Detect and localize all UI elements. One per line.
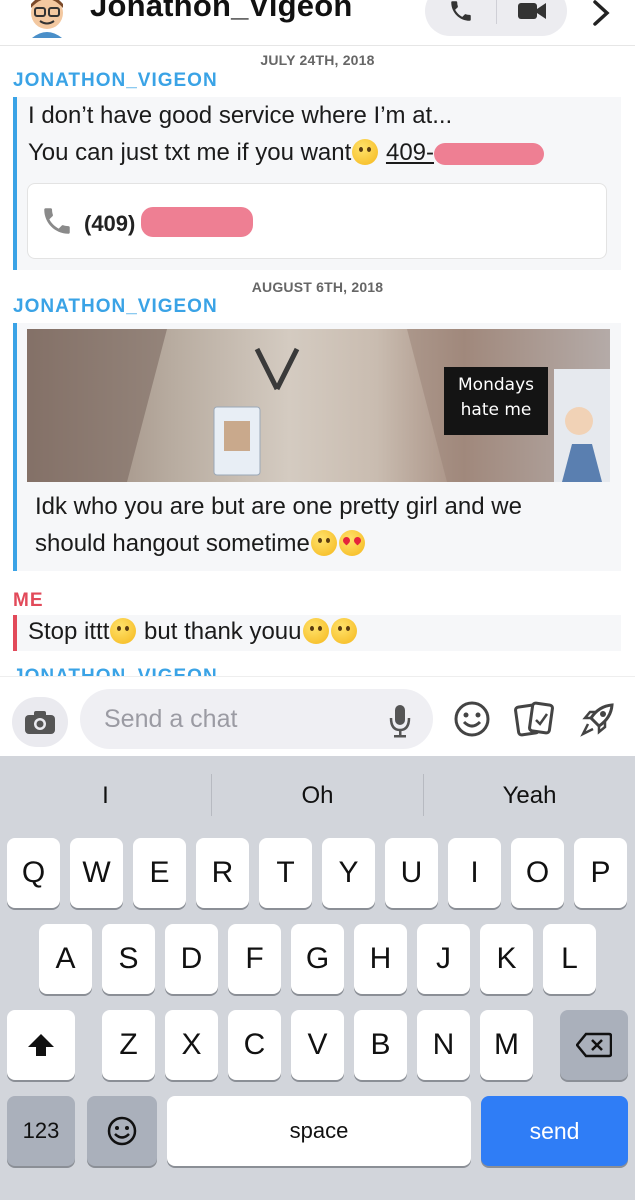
phone-link[interactable]: 409- bbox=[386, 139, 545, 166]
suggestion-item[interactable]: Oh bbox=[212, 782, 423, 810]
contact-phone: (409) bbox=[84, 207, 254, 237]
key-o[interactable]: O bbox=[511, 838, 564, 908]
key-r[interactable]: R bbox=[196, 838, 249, 908]
emoji-smiley-icon bbox=[107, 1116, 137, 1146]
kissing-face-emoji bbox=[330, 618, 357, 644]
key-x[interactable]: X bbox=[165, 1010, 218, 1080]
message-text: Stop ittt but thank youu bbox=[28, 614, 358, 650]
key-z[interactable]: Z bbox=[102, 1010, 155, 1080]
keyboard: I Oh Yeah Q W E R T Y U I O P A S D F G … bbox=[0, 756, 635, 1200]
redaction bbox=[141, 207, 254, 237]
camera-icon bbox=[25, 711, 55, 734]
message-block[interactable]: Stop ittt but thank youu bbox=[13, 615, 621, 651]
laughing-emoji bbox=[110, 618, 137, 644]
zany-face-emoji bbox=[352, 139, 379, 165]
backspace-key[interactable] bbox=[560, 1010, 628, 1080]
key-g[interactable]: G bbox=[291, 924, 344, 994]
key-d[interactable]: D bbox=[165, 924, 218, 994]
mondays-sticker: Mondays hate me bbox=[444, 367, 548, 435]
avatar[interactable] bbox=[22, 0, 72, 38]
phone-contact-card[interactable]: (409) bbox=[27, 183, 607, 259]
key-e[interactable]: E bbox=[133, 838, 186, 908]
rocket-icon[interactable] bbox=[578, 699, 618, 739]
send-key[interactable]: send bbox=[481, 1096, 628, 1166]
key-q[interactable]: Q bbox=[7, 838, 60, 908]
key-p[interactable]: P bbox=[574, 838, 627, 908]
message-line: Idk who you are but are one pretty girl … bbox=[35, 493, 522, 520]
microphone-icon[interactable] bbox=[388, 704, 412, 743]
message-line: should hangout sometime bbox=[35, 525, 522, 562]
key-n[interactable]: N bbox=[417, 1010, 470, 1080]
key-k[interactable]: K bbox=[480, 924, 533, 994]
chat-header: Jonathon_Vigeon bbox=[0, 0, 635, 46]
backspace-icon bbox=[576, 1032, 612, 1058]
date-separator: AUGUST 6TH, 2018 bbox=[251, 279, 384, 295]
sticker-cards-icon[interactable] bbox=[514, 699, 554, 739]
key-c[interactable]: C bbox=[228, 1010, 281, 1080]
camera-button[interactable] bbox=[12, 697, 68, 747]
key-m[interactable]: M bbox=[480, 1010, 533, 1080]
message-text: Idk who you are but are one pretty girl … bbox=[35, 488, 522, 562]
snap-photo[interactable]: Mondays hate me bbox=[27, 329, 610, 482]
video-camera-icon bbox=[517, 3, 546, 19]
key-h[interactable]: H bbox=[354, 924, 407, 994]
key-t[interactable]: T bbox=[259, 838, 312, 908]
shift-key[interactable] bbox=[7, 1010, 75, 1080]
key-b[interactable]: B bbox=[354, 1010, 407, 1080]
video-call-button[interactable] bbox=[496, 0, 567, 36]
key-a[interactable]: A bbox=[39, 924, 92, 994]
redaction bbox=[434, 142, 545, 165]
emoji-key[interactable] bbox=[87, 1096, 157, 1166]
date-separator: JULY 24TH, 2018 bbox=[260, 52, 375, 68]
sender-label: ME bbox=[13, 590, 44, 611]
voice-call-button[interactable] bbox=[425, 0, 496, 36]
call-buttons bbox=[425, 0, 567, 36]
message-line: You can just txt me if you want 409- bbox=[28, 134, 545, 171]
suggestion-item[interactable]: Yeah bbox=[424, 782, 635, 810]
chat-input[interactable] bbox=[80, 689, 433, 749]
key-y[interactable]: Y bbox=[322, 838, 375, 908]
key-u[interactable]: U bbox=[385, 838, 438, 908]
space-key[interactable]: space bbox=[167, 1096, 471, 1166]
contact-name[interactable]: Jonathon_Vigeon bbox=[90, 0, 353, 24]
chevron-right-icon[interactable] bbox=[588, 0, 614, 28]
suggestion-item[interactable]: I bbox=[0, 782, 211, 810]
key-f[interactable]: F bbox=[228, 924, 281, 994]
key-w[interactable]: W bbox=[70, 838, 123, 908]
smiley-icon[interactable] bbox=[452, 699, 492, 739]
phone-icon bbox=[44, 208, 70, 234]
suggestion-bar: I Oh Yeah bbox=[0, 756, 635, 836]
kissing-face-emoji bbox=[302, 618, 329, 644]
message-text: I don’t have good service where I’m at..… bbox=[28, 97, 545, 171]
key-l[interactable]: L bbox=[543, 924, 596, 994]
phone-icon bbox=[450, 1, 471, 21]
key-j[interactable]: J bbox=[417, 924, 470, 994]
sender-label: JONATHON_VIGEON bbox=[13, 296, 218, 317]
sender-label: JONATHON_VIGEON bbox=[13, 70, 218, 91]
partial-sender: JONATHON_VIGEON bbox=[0, 660, 635, 676]
drooling-face-emoji bbox=[310, 530, 337, 556]
key-v[interactable]: V bbox=[291, 1010, 344, 1080]
key-s[interactable]: S bbox=[102, 924, 155, 994]
key-i[interactable]: I bbox=[448, 838, 501, 908]
chat-composer bbox=[0, 676, 635, 756]
heart-eyes-emoji bbox=[338, 530, 365, 556]
shift-arrow-icon bbox=[28, 1034, 54, 1056]
message-line: I don’t have good service where I’m at..… bbox=[28, 102, 453, 129]
numbers-key[interactable]: 123 bbox=[7, 1096, 75, 1166]
